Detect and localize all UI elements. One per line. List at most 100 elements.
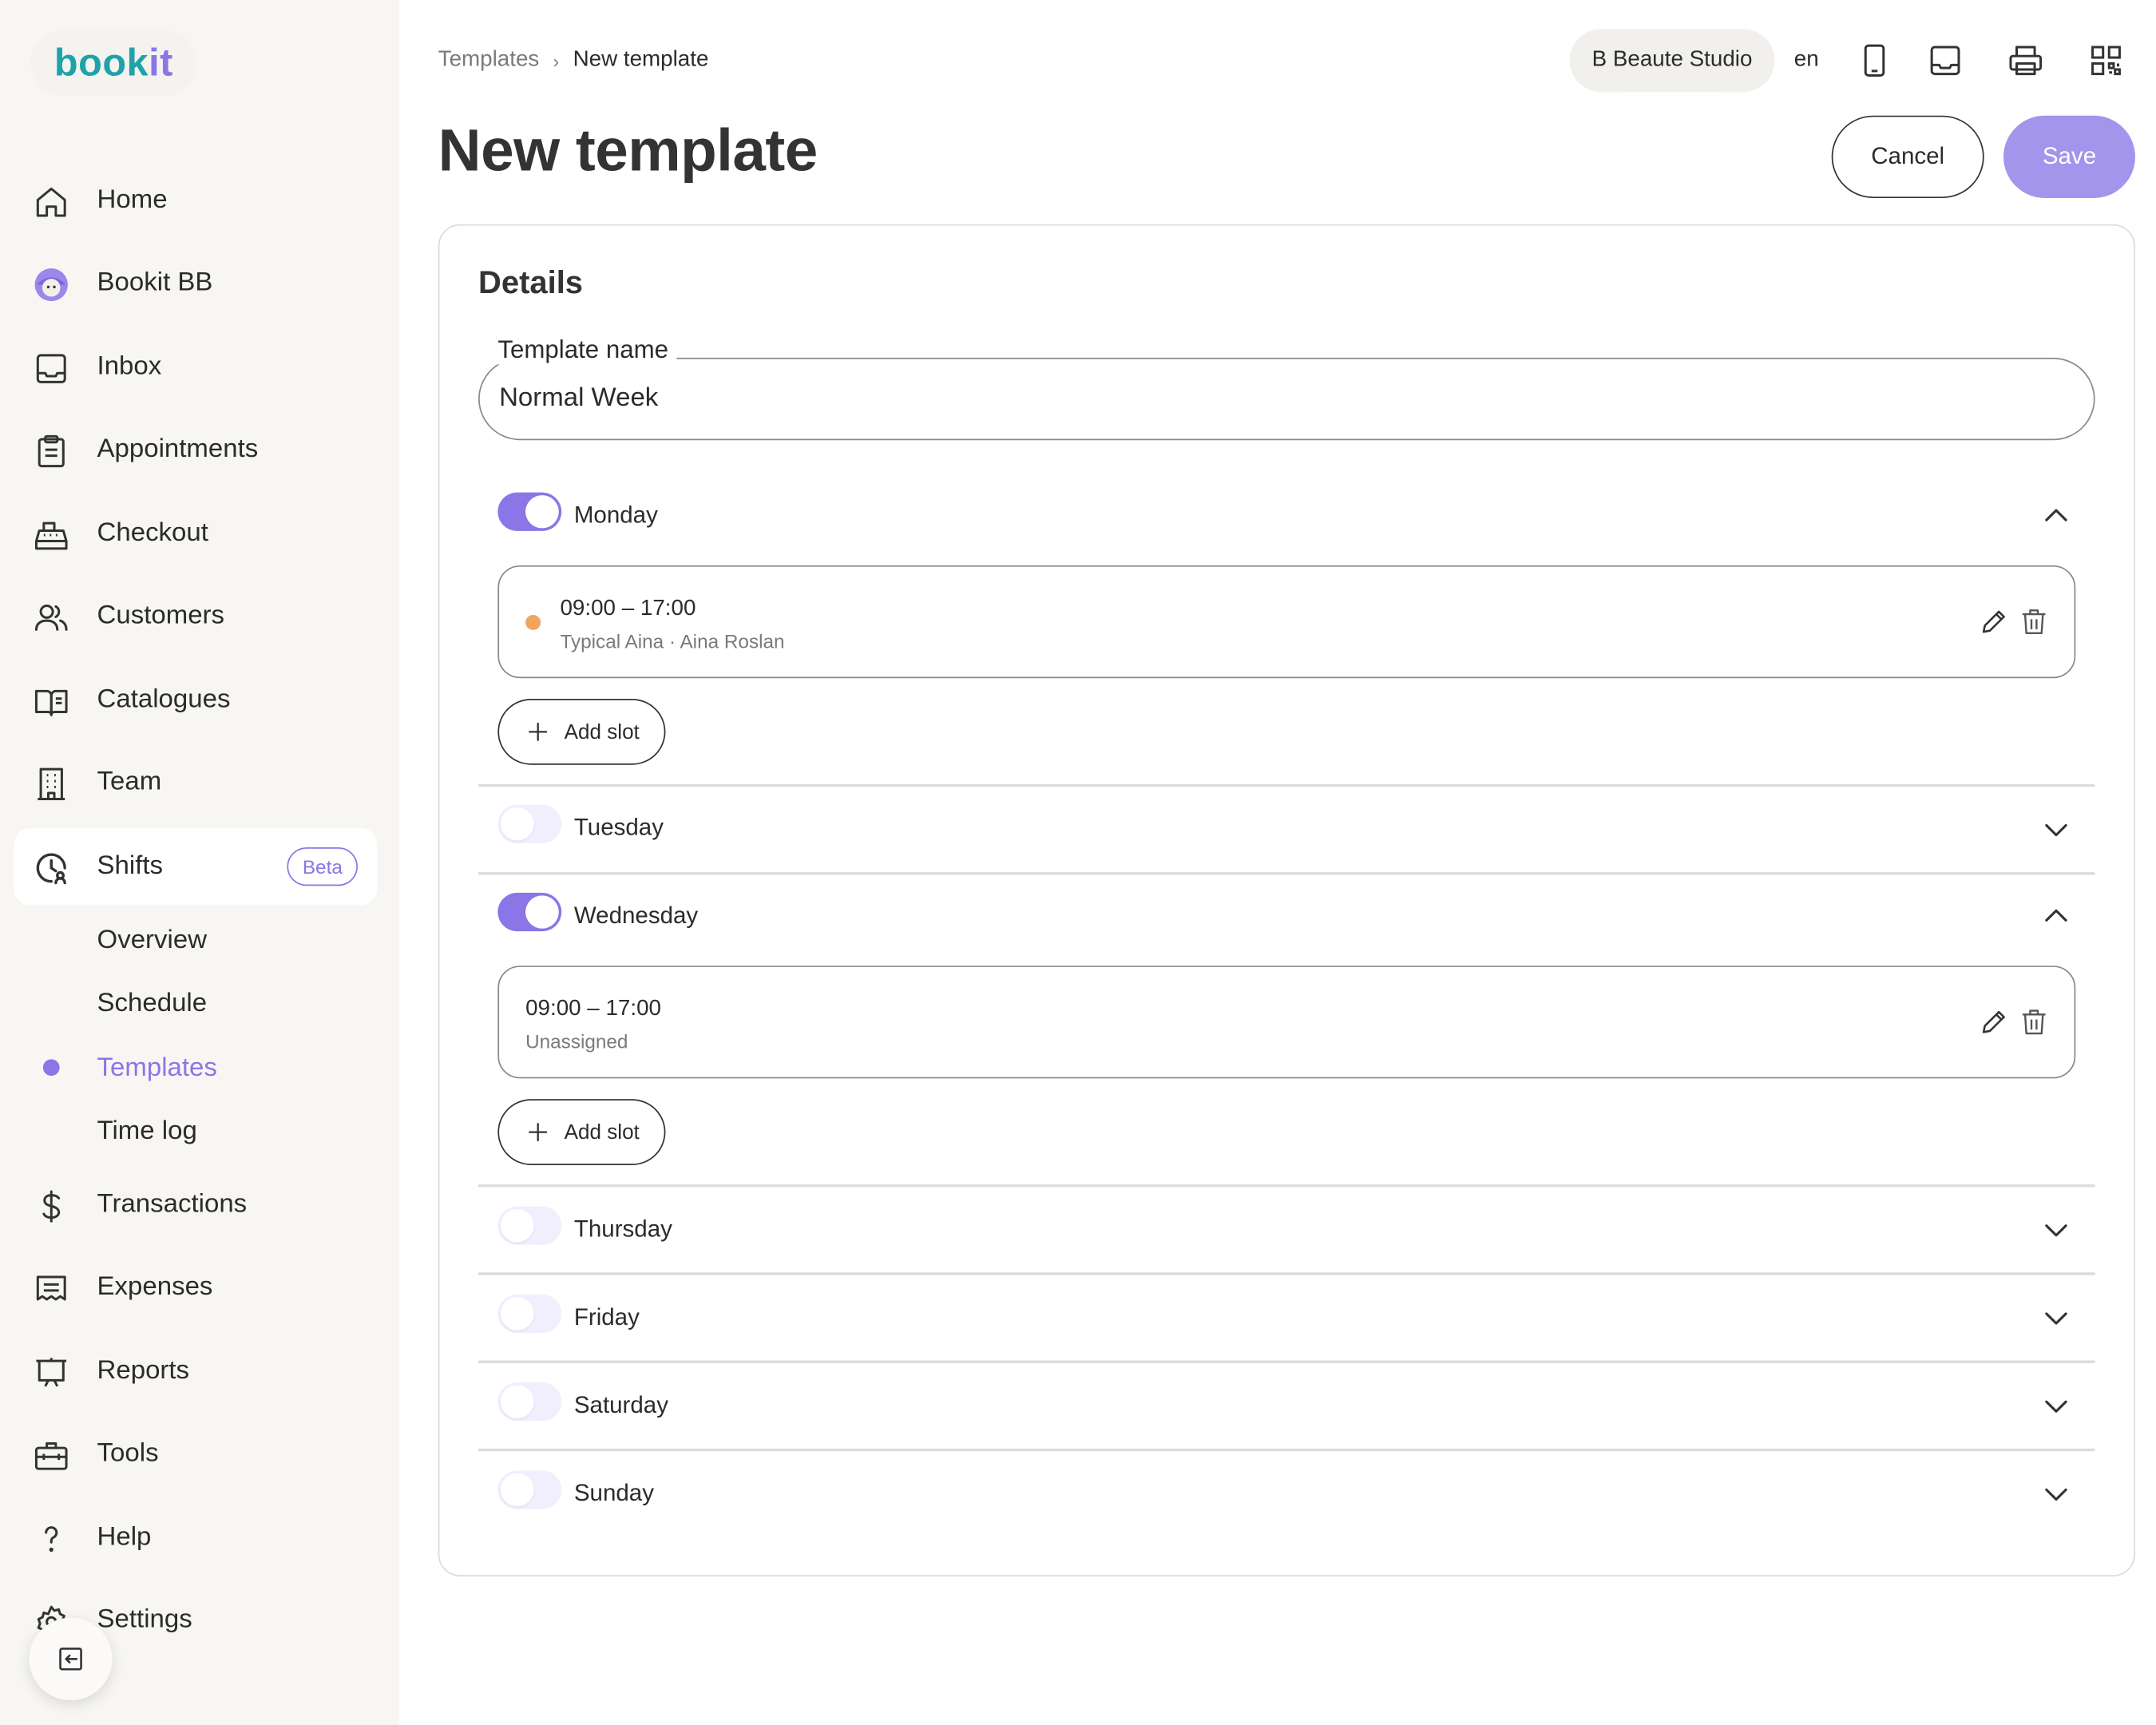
plus-icon [529, 1123, 548, 1142]
toggle-knob [500, 1209, 534, 1243]
qr-code-icon[interactable] [2088, 42, 2124, 78]
pencil-icon[interactable] [1979, 1007, 2009, 1037]
add-slot-label: Add slot [564, 1120, 640, 1145]
sidebar-item-reports[interactable]: Reports [14, 1333, 377, 1410]
sidebar-item-appointments[interactable]: Appointments [14, 411, 377, 488]
sidebar-item-team[interactable]: Team [14, 744, 377, 821]
pencil-icon[interactable] [1979, 607, 2009, 637]
toggle-knob [525, 895, 559, 929]
day-divider [478, 1360, 2095, 1363]
sidebar-item-label: Transactions [97, 1189, 248, 1219]
presentation-board-icon [36, 1358, 67, 1387]
friday-toggle[interactable] [497, 1294, 562, 1334]
printer-icon[interactable] [2007, 42, 2043, 78]
sidebar-item-customers[interactable]: Customers [14, 577, 377, 654]
sidebar-item-help[interactable]: Help [14, 1500, 377, 1576]
sidebar-item-inbox[interactable]: Inbox [14, 329, 377, 406]
staff-color-dot [525, 614, 541, 630]
users-icon [34, 604, 68, 631]
sidebar-subitem-overview[interactable]: Overview [97, 926, 207, 956]
day-label-monday: Monday [573, 502, 658, 529]
day-label-tuesday: Tuesday [573, 814, 664, 841]
collapse-arrow-icon [59, 1648, 82, 1671]
chevron-down-icon[interactable] [2039, 1213, 2073, 1246]
sidebar: book it Home Bookit BB Inbox Appointments [0, 0, 400, 1725]
sidebar-item-label: Team [97, 767, 162, 797]
template-name-input[interactable]: Normal Week [499, 384, 658, 414]
save-button[interactable]: Save [2003, 115, 2135, 199]
template-name-label: Template name [489, 335, 677, 365]
sidebar-item-label: Settings [97, 1605, 192, 1635]
inbox-icon[interactable] [1927, 42, 1963, 78]
breadcrumb-separator: › [553, 50, 560, 71]
add-slot-button-monday[interactable]: Add slot [497, 699, 666, 765]
saturday-toggle[interactable] [497, 1382, 562, 1422]
sidebar-item-tools[interactable]: Tools [14, 1415, 377, 1492]
trash-icon[interactable] [2019, 1007, 2049, 1037]
sidebar-item-expenses[interactable]: Expenses [14, 1249, 377, 1326]
slot-time: 09:00 – 17:00 [560, 597, 696, 621]
monday-slot-card[interactable]: 09:00 – 17:00 Typical Aina · Aina Roslan [497, 565, 2076, 679]
sidebar-subitem-schedule[interactable]: Schedule [97, 989, 208, 1019]
thursday-toggle[interactable] [497, 1206, 562, 1245]
building-icon [38, 767, 65, 800]
app-root: book it Home Bookit BB Inbox Appointments [0, 0, 2156, 1725]
toolbox-icon [34, 1441, 68, 1470]
sidebar-item-label: Appointments [97, 434, 259, 464]
chevron-down-icon[interactable] [2039, 813, 2073, 846]
tuesday-toggle[interactable] [497, 804, 562, 843]
sidebar-item-bookit-bb[interactable]: Bookit BB [14, 245, 377, 322]
template-name-field[interactable] [478, 357, 2095, 441]
sidebar-item-home[interactable]: Home [14, 162, 377, 239]
sidebar-subitem-time-log[interactable]: Time log [97, 1117, 197, 1148]
toggle-knob [525, 495, 559, 529]
chevron-up-icon[interactable] [2039, 499, 2073, 532]
question-icon [45, 1526, 58, 1552]
sidebar-item-shifts[interactable]: Shifts Beta [14, 827, 378, 906]
mobile-phone-icon[interactable] [1857, 42, 1892, 78]
sidebar-item-catalogues[interactable]: Catalogues [14, 662, 377, 739]
inbox-icon [36, 354, 66, 383]
sidebar-subitem-templates[interactable]: Templates [97, 1053, 217, 1084]
chevron-down-icon[interactable] [2039, 1390, 2073, 1422]
sidebar-item-checkout[interactable]: Checkout [14, 495, 377, 572]
sidebar-item-label: Home [97, 185, 168, 215]
sidebar-item-label: Inbox [97, 351, 162, 382]
chevron-down-icon[interactable] [2039, 1301, 2073, 1334]
receipt-icon [36, 1275, 66, 1301]
day-label-thursday: Thursday [573, 1215, 672, 1243]
breadcrumb-parent-link[interactable]: Templates [438, 48, 540, 73]
chevron-up-icon[interactable] [2039, 900, 2073, 933]
toggle-knob [500, 1385, 534, 1418]
book-icon [34, 689, 68, 716]
trash-icon[interactable] [2019, 607, 2049, 637]
day-divider [478, 1448, 2095, 1451]
day-label-sunday: Sunday [573, 1480, 654, 1507]
toggle-knob [500, 1473, 534, 1507]
sidebar-item-label: Shifts [97, 851, 164, 881]
sunday-toggle[interactable] [497, 1470, 562, 1509]
sidebar-item-label: Catalogues [97, 684, 231, 714]
sidebar-item-label: Bookit BB [97, 268, 213, 298]
studio-selector[interactable]: B Beaute Studio [1569, 29, 1775, 93]
add-slot-button-wednesday[interactable]: Add slot [497, 1099, 666, 1165]
language-selector[interactable]: en [1794, 48, 1819, 73]
toggle-knob [500, 807, 534, 841]
sidebar-item-transactions[interactable]: Transactions [14, 1167, 377, 1243]
slot-assignee: Unassigned [525, 1030, 628, 1053]
wednesday-toggle[interactable] [497, 892, 562, 932]
shift-clock-icon [36, 853, 66, 885]
slot-assignee: Typical Aina · Aina Roslan [560, 629, 785, 652]
bookit-logo[interactable]: book it [30, 30, 197, 97]
chevron-down-icon[interactable] [2039, 1477, 2073, 1510]
studio-name: B Beaute Studio [1591, 48, 1753, 72]
day-divider [478, 783, 2095, 787]
day-divider [478, 1184, 2095, 1187]
cash-register-icon [34, 521, 68, 550]
monday-toggle[interactable] [497, 492, 562, 531]
collapse-sidebar-button[interactable] [29, 1617, 113, 1700]
cancel-button[interactable]: Cancel [1831, 115, 1984, 199]
active-indicator-dot [42, 1059, 60, 1076]
home-icon [36, 187, 66, 217]
wednesday-slot-card[interactable]: 09:00 – 17:00 Unassigned [497, 966, 2076, 1079]
